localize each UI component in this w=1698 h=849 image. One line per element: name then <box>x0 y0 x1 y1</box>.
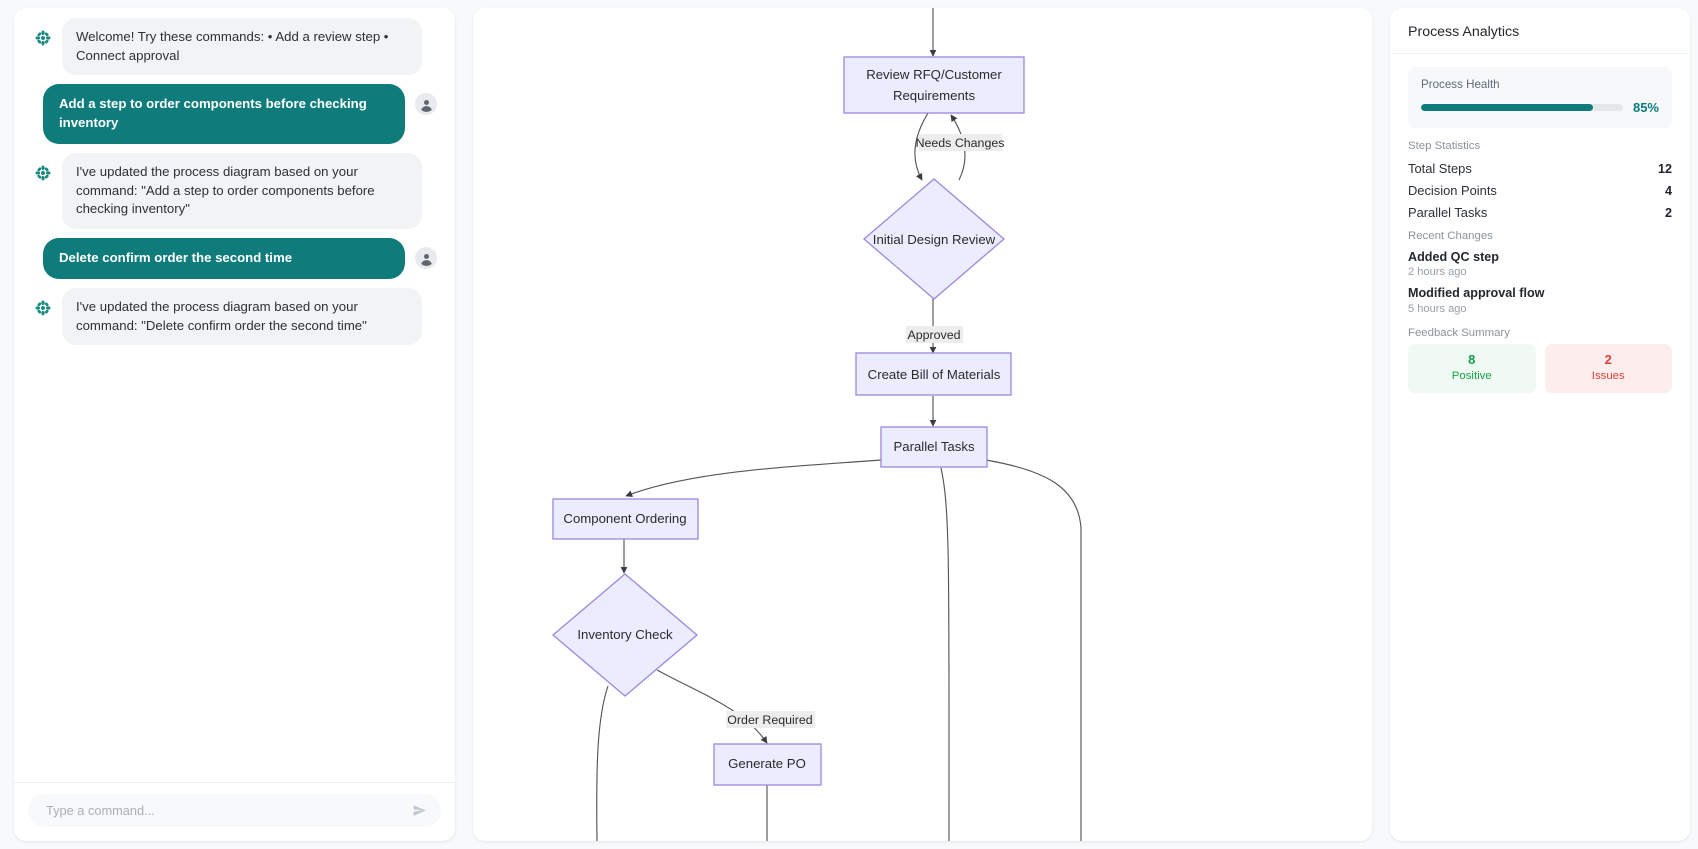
chat-bubble-text: I've updated the process diagram based o… <box>62 287 422 346</box>
node-label: Initial Design Review <box>873 232 996 247</box>
node-label: Review RFQ/Customer <box>866 67 1002 82</box>
command-input-container[interactable] <box>28 794 441 827</box>
edge-parallel-branch-center <box>940 467 950 841</box>
process-health-percent: 85% <box>1632 100 1659 115</box>
feedback-positive-count: 8 <box>1468 351 1476 367</box>
app-root: Welcome! Try these commands: • Add a rev… <box>0 0 1698 849</box>
node-label: Generate PO <box>728 756 806 771</box>
recent-change-item: Modified approval flow 5 hours ago <box>1408 283 1672 319</box>
node-inventory-check[interactable]: Inventory Check <box>551 573 699 697</box>
node-label: Create Bill of Materials <box>868 367 1001 382</box>
node-create-bom[interactable]: Create Bill of Materials <box>855 352 1012 396</box>
stat-value: 2 <box>1664 205 1672 220</box>
process-health-progress-track <box>1421 104 1623 111</box>
node-review-rfq[interactable]: Review RFQ/Customer Requirements <box>843 56 1025 114</box>
stat-row-parallel-tasks: Parallel Tasks 2 <box>1408 201 1672 223</box>
stat-value: 12 <box>1657 161 1672 176</box>
chat-message-list[interactable]: Welcome! Try these commands: • Add a rev… <box>14 8 455 782</box>
chat-message-bot: Welcome! Try these commands: • Add a rev… <box>28 18 441 76</box>
stat-row-total-steps: Total Steps 12 <box>1408 157 1672 179</box>
node-initial-design-review[interactable]: Initial Design Review <box>863 178 1005 300</box>
chat-bubble-text: Add a step to order components before ch… <box>43 84 405 144</box>
node-label: Inventory Check <box>577 627 673 642</box>
process-health-progress-fill <box>1421 104 1593 111</box>
feedback-card-issues: 2 Issues <box>1544 343 1672 393</box>
chat-composer <box>14 782 455 841</box>
node-label: Component Ordering <box>563 511 686 526</box>
node-component-ordering[interactable]: Component Ordering <box>552 498 699 540</box>
stat-label: Total Steps <box>1408 160 1472 176</box>
chat-message-bot: I've updated the process diagram based o… <box>28 287 441 346</box>
analytics-title: Process Analytics <box>1390 8 1690 54</box>
edge-inventory-branch-left <box>596 685 609 841</box>
edge-label-text: Order Required <box>727 713 813 727</box>
chat-bubble-text: Welcome! Try these commands: • Add a rev… <box>62 18 422 76</box>
edge-label-text: Needs Changes <box>916 136 1005 150</box>
edge-label-order-required: Order Required <box>726 711 815 728</box>
feedback-positive-caption: Positive <box>1451 369 1492 382</box>
edge-inventory-to-generate-po <box>656 669 768 744</box>
user-avatar-icon <box>415 93 437 116</box>
process-health-row: 85% <box>1421 100 1659 115</box>
stat-row-decision-points: Decision Points 4 <box>1408 179 1672 201</box>
edge-parallel-to-component <box>625 459 882 497</box>
bot-flower-icon <box>32 27 54 49</box>
recent-change-title: Added QC step <box>1408 250 1499 264</box>
chat-message-user: Delete confirm order the second time <box>28 238 441 279</box>
process-flow-diagram[interactable]: Review RFQ/Customer Requirements Initial… <box>473 8 1372 841</box>
send-arrow-icon[interactable] <box>409 801 429 821</box>
stat-value: 4 <box>1664 183 1672 198</box>
recent-changes-label: Recent Changes <box>1408 230 1493 242</box>
feedback-issues-count: 2 <box>1604 351 1612 367</box>
diagram-canvas-panel[interactable]: Review RFQ/Customer Requirements Initial… <box>473 8 1372 841</box>
recent-change-time: 5 hours ago <box>1408 302 1467 315</box>
chat-message-user: Add a step to order components before ch… <box>28 84 441 144</box>
bot-flower-icon <box>32 162 54 184</box>
user-avatar-icon <box>415 247 437 270</box>
feedback-summary-grid: 8 Positive 2 Issues <box>1408 343 1672 393</box>
feedback-card-positive: 8 Positive <box>1408 343 1536 393</box>
recent-change-item: Added QC step 2 hours ago <box>1408 247 1672 283</box>
diagram-viewport[interactable]: Review RFQ/Customer Requirements Initial… <box>473 8 1372 841</box>
step-statistics-label: Step Statistics <box>1408 140 1481 152</box>
command-input[interactable] <box>44 802 409 819</box>
process-health-label: Process Health <box>1421 78 1500 91</box>
diagram-edges <box>596 8 1082 841</box>
stat-label: Decision Points <box>1408 182 1497 198</box>
node-label: Parallel Tasks <box>893 439 975 454</box>
node-label: Requirements <box>893 88 975 103</box>
recent-change-title: Modified approval flow <box>1408 286 1545 301</box>
feedback-issues-caption: Issues <box>1591 369 1625 382</box>
chat-message-bot: I've updated the process diagram based o… <box>28 152 441 230</box>
analytics-panel: Process Analytics Process Health 85% Ste… <box>1390 8 1690 841</box>
chat-bubble-text: I've updated the process diagram based o… <box>62 152 422 230</box>
edge-label-approved: Approved <box>906 326 963 343</box>
chat-bubble-text: Delete confirm order the second time <box>43 238 405 279</box>
bot-flower-icon <box>32 297 54 319</box>
node-generate-po[interactable]: Generate PO <box>713 743 822 786</box>
analytics-body: Process Health 85% Step Statistics Total… <box>1390 54 1690 393</box>
feedback-summary-label: Feedback Summary <box>1408 326 1510 339</box>
stat-label: Parallel Tasks <box>1408 204 1488 220</box>
process-health-card: Process Health 85% <box>1408 67 1672 128</box>
node-parallel-tasks[interactable]: Parallel Tasks <box>880 426 988 468</box>
recent-change-time: 2 hours ago <box>1408 266 1467 279</box>
edge-label-text: Approved <box>907 328 960 342</box>
chat-panel: Welcome! Try these commands: • Add a rev… <box>14 8 455 841</box>
edge-parallel-branch-right <box>985 459 1082 841</box>
edge-label-needs-changes: Needs Changes <box>916 134 1005 151</box>
